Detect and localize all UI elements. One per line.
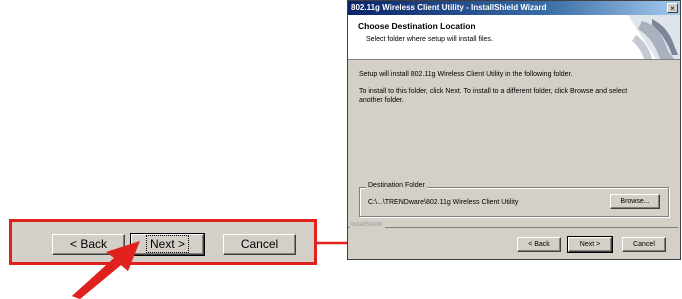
window-titlebar: 802.11g Wireless Client Utility - Instal… [348,1,680,15]
instruction-line-3: another folder. [359,97,404,104]
zoom-cancel-button[interactable]: Cancel [223,234,296,255]
page-subtitle: Select folder where setup will install f… [366,36,493,43]
next-button[interactable]: Next > [567,236,613,253]
zoom-next-label: Next > [145,235,190,253]
browse-button[interactable]: Browse... [610,194,660,209]
installshield-label: InstallShield [350,222,386,228]
installshield-divider [348,227,678,228]
back-button[interactable]: < Back [517,237,561,252]
instruction-line-1: Setup will install 802.11g Wireless Clie… [359,71,573,78]
close-icon[interactable]: × [667,3,678,13]
page-title: Choose Destination Location [358,21,476,31]
zoomed-button-panel: < Back Next > Cancel [9,219,317,265]
zoom-next-button[interactable]: Next > [130,233,205,256]
installshield-wizard-window: 802.11g Wireless Client Utility - Instal… [347,0,681,260]
instruction-line-2: To install to this folder, click Next. T… [359,88,628,95]
cancel-button[interactable]: Cancel [622,237,666,252]
wizard-header-graphic [628,15,680,59]
destination-folder-legend: Destination Folder [366,182,427,189]
wizard-header: Choose Destination Location Select folde… [348,15,680,60]
destination-path: C:\...\TRENDware\802.11g Wireless Client… [368,199,519,206]
window-title: 802.11g Wireless Client Utility - Instal… [351,3,547,12]
zoom-back-button[interactable]: < Back [52,234,125,255]
